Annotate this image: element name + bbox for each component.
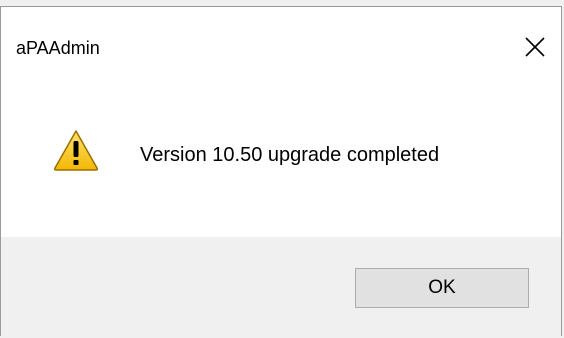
- dialog-message: Version 10.50 upgrade completed: [140, 144, 440, 166]
- warning-icon: [53, 129, 99, 171]
- title-bar[interactable]: aPAAdmin: [1, 7, 561, 87]
- close-icon[interactable]: [523, 35, 547, 59]
- dialog-footer: OK: [1, 237, 561, 337]
- dialog-content: Version 10.50 upgrade completed: [1, 87, 561, 237]
- message-dialog: aPAAdmin Version 10.50 upgrade completed…: [0, 6, 562, 337]
- ok-button[interactable]: OK: [355, 268, 529, 308]
- window-title: aPAAdmin: [16, 38, 100, 58]
- close-icon-glyph: [525, 37, 545, 57]
